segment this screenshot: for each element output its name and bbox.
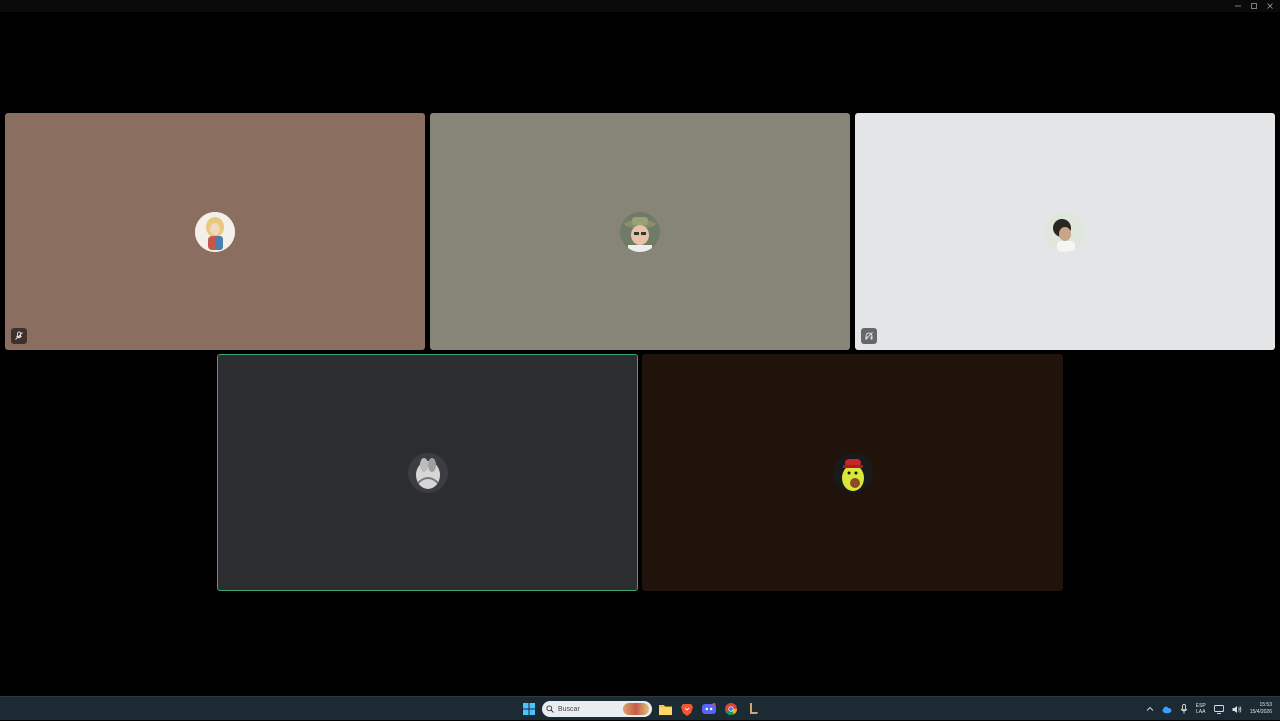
onedrive-icon[interactable] [1162,705,1172,714]
file-explorer-icon[interactable] [656,700,674,718]
chevron-up-icon[interactable] [1146,705,1154,713]
close-icon [1267,3,1273,9]
taskbar-clock[interactable]: 15:53 15/4/2026 [1250,702,1272,716]
title-bar [0,0,1280,12]
speaker-icon[interactable] [1232,705,1242,714]
system-tray: ESP LAA 15:53 15/4/2026 [1146,697,1272,721]
search-icon [546,705,554,713]
input-language-indicator[interactable]: ESP LAA [1196,703,1206,715]
taskbar-search-box[interactable]: Buscar [542,701,652,717]
person-photo-avatar[interactable] [1045,211,1085,252]
search-highlight-image [623,703,649,715]
search-placeholder: Buscar [558,705,580,713]
maximize-button[interactable] [1246,0,1262,12]
microphone-icon[interactable] [1180,704,1188,714]
chrome-icon[interactable] [722,700,740,718]
window-controls [1230,0,1278,12]
deafened-icon [861,328,877,344]
participant-tile[interactable] [430,113,850,350]
clock-date: 15/4/2026 [1249,709,1272,715]
brave-browser-icon[interactable] [678,700,696,718]
participant-tile[interactable] [642,354,1063,591]
grey-figure-avatar[interactable] [407,452,448,493]
taskbar-pinned-apps: Buscar [520,697,762,721]
close-button[interactable] [1262,0,1278,12]
discord-icon[interactable] [700,700,718,718]
participant-tile[interactable] [855,113,1275,350]
league-client-icon[interactable] [744,700,762,718]
network-monitor-icon[interactable] [1213,704,1224,714]
windows-taskbar: Buscar ESP LAA 15:53 15/4/2026 [0,696,1280,720]
clock-time: 15:53 [1259,702,1272,708]
blonde-character-avatar[interactable] [195,211,235,252]
maximize-icon [1251,3,1257,9]
minimize-icon [1235,5,1241,7]
cartoon-avocado-avatar[interactable] [832,452,873,493]
lang-secondary: LAA [1196,709,1206,715]
participant-tile-speaking[interactable] [217,354,638,591]
voice-call-window [0,0,1280,696]
participant-tile[interactable] [5,113,425,350]
man-with-hat-avatar[interactable] [620,211,660,252]
mic-muted-icon [11,328,27,344]
minimize-button[interactable] [1230,0,1246,12]
windows-start-icon[interactable] [520,700,538,718]
